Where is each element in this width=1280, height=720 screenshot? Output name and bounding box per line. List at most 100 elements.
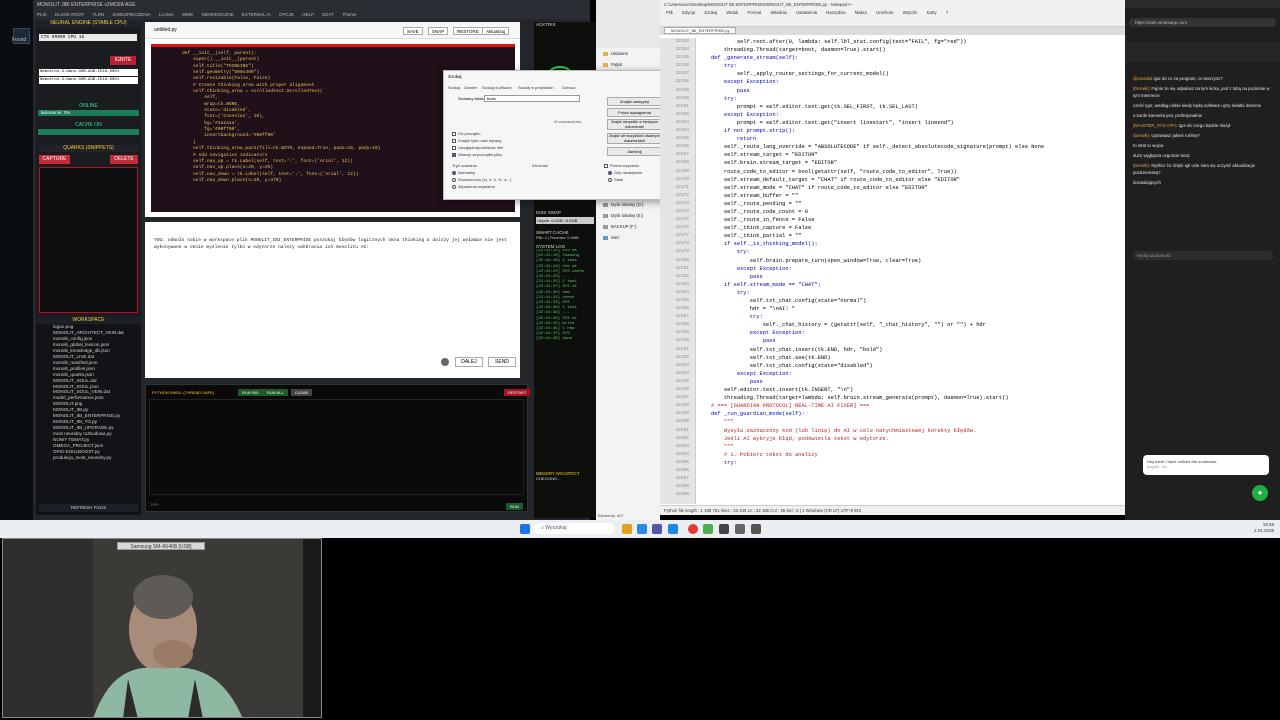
app-taskbar-icon[interactable]	[751, 524, 761, 534]
taskbar-search[interactable]: ⌕ Wyszukaj	[533, 523, 615, 534]
explorer-item[interactable]: Ulubione	[596, 48, 660, 59]
browser-tabbar[interactable]	[1125, 0, 1280, 8]
npp-menu-item[interactable]: Szukaj	[704, 10, 717, 15]
tab-mark[interactable]: Oznacz	[562, 85, 576, 90]
npp-menu-item[interactable]: Format	[748, 10, 762, 15]
message-input[interactable]: Wyślij wiadomość	[1133, 251, 1273, 260]
menu-item[interactable]: PLIK	[37, 12, 47, 17]
mode-radio[interactable]: Rozszerzony (\n, \r, \t, \0, \x...)	[452, 177, 511, 182]
restore-button[interactable]: RESTORE	[453, 27, 483, 35]
tab-find[interactable]: Szukaj	[448, 85, 460, 90]
notification-toast[interactable]: Hey there I have noticed the moderator..…	[1143, 455, 1269, 475]
chrome-taskbar-icon[interactable]	[688, 524, 698, 534]
quarks-list[interactable]	[39, 167, 138, 313]
ctx-field[interactable]: CTX 99999 CPU 16	[39, 34, 137, 41]
snap-button[interactable]: SNAP	[428, 27, 449, 35]
npp-menu-item[interactable]: Edycja	[682, 10, 695, 15]
capture-button[interactable]: CAPTURE	[39, 155, 70, 164]
explorer-taskbar-icon[interactable]	[622, 524, 632, 534]
tab-find-in-files[interactable]: Szukaj w plikach	[482, 85, 512, 90]
close-button[interactable]: Zamknij	[607, 147, 662, 156]
run-button[interactable]: RUN	[506, 503, 523, 510]
npp-menu-item[interactable]: Wtyczki	[903, 10, 918, 15]
model-select[interactable]: Nemotron-3-Nano-30B-A3B-IE16-0001	[39, 77, 138, 84]
menu-item[interactable]: EDYT	[322, 12, 334, 17]
menu-item[interactable]: NIEWIDOCZNE	[202, 12, 234, 17]
app-taskbar-icon[interactable]	[735, 524, 745, 534]
shell-prompt[interactable]: >>>	[150, 503, 158, 508]
menu-item[interactable]: Theme	[342, 12, 356, 17]
npp-taskbar-icon[interactable]	[703, 524, 713, 534]
npp-menu-item[interactable]: Składnia	[770, 10, 786, 15]
address-bar[interactable]: https://web.whatsapp.com	[1129, 18, 1276, 27]
mode-radio[interactable]: Normalny	[452, 170, 475, 175]
transparency-radio[interactable]: Gdy nieaktywne	[608, 170, 642, 175]
menu-item[interactable]: EXTERNAL AI	[242, 12, 271, 17]
clear-button[interactable]: CLEAR	[291, 389, 313, 396]
start-icon[interactable]	[520, 524, 530, 534]
npp-code-area[interactable]: self.root.after(0, lambda: self.lbl_stat…	[698, 38, 1123, 504]
tab-replace[interactable]: Zamień	[464, 85, 477, 90]
npp-menu-item[interactable]: Plik	[666, 10, 673, 15]
code-line: hdr = "\nAI: "	[698, 306, 796, 313]
tab-find-in-projects[interactable]: Szukaj w projektach	[518, 85, 554, 90]
line-number: 22182	[675, 273, 689, 279]
menu-item[interactable]: HELP	[302, 12, 314, 17]
clock[interactable]: 18:48 2.01.2026	[1254, 522, 1274, 534]
explorer-item[interactable]: Dysk lokalny (D:)	[596, 199, 660, 210]
mode-radio[interactable]: Wyrażenia regularne	[452, 184, 495, 189]
option-checkbox[interactable]: Znajdź tylko całe wyrazy	[452, 138, 501, 143]
menu-item[interactable]: TLRN	[92, 12, 104, 17]
npp-tab[interactable]: MONOLIT_IBI_ENTERPRISE.py	[664, 27, 737, 34]
app-taskbar-icon[interactable]	[652, 524, 662, 534]
transparency-radio[interactable]: Stale	[608, 177, 623, 182]
npp-menu-item[interactable]: Uruchom	[876, 10, 893, 15]
menu-item[interactable]: MNIE	[182, 12, 193, 17]
find-all-current-button[interactable]: Znajdź wszystkie w bieżącym dokumencie	[607, 119, 662, 130]
npp-menu-item[interactable]: ?	[946, 10, 948, 15]
npp-toolbar[interactable]	[660, 17, 1125, 27]
npp-menu-item[interactable]: Ustawienia	[796, 10, 817, 15]
model-select[interactable]: Nemotron-3-Nano-30B-A3B-IE16-0001	[39, 69, 138, 76]
ignite-button[interactable]: IGNITE	[110, 56, 136, 65]
chat-message: YOU: odwoło sobie w workspace plik MONOL…	[154, 238, 507, 250]
npp-menu-item[interactable]: Makra	[855, 10, 867, 15]
menu-item[interactable]: ZABEZPIECZENIA	[113, 12, 151, 17]
option-checkbox[interactable]: Od początku	[452, 131, 480, 136]
menu-item[interactable]: KLOSK ROOT	[55, 12, 84, 17]
save-button[interactable]: SAVE	[403, 27, 423, 35]
option-checkbox[interactable]: Wracaj na początek pliku	[452, 152, 502, 157]
update-button[interactable]: Aktualizuj	[482, 27, 510, 35]
send-button[interactable]: SEND	[488, 357, 516, 367]
restart-button[interactable]: RESTART	[504, 389, 531, 396]
count-button[interactable]: Policz wystąpienia	[607, 108, 662, 117]
explorer-item[interactable]: Dysk lokalny (E:)	[596, 210, 660, 221]
run-sel-button[interactable]: RUN SEL	[238, 389, 264, 396]
code-line: self.brain.stream_target = "EDITOR"	[698, 160, 838, 167]
npp-menu-item[interactable]: Narzędzia	[826, 10, 845, 15]
app-taskbar-icon[interactable]	[668, 524, 678, 534]
npp-menu-item[interactable]: Widok	[726, 10, 738, 15]
explorer-item[interactable]: BACKUP (F:)	[596, 221, 660, 232]
find-all-open-button[interactable]: Znajdź we wszystkich otwartych dokumenta…	[607, 133, 662, 144]
file-item[interactable]: produkcja_most_neuralny.py	[36, 455, 141, 461]
explorer-item[interactable]: Sieć	[596, 232, 660, 243]
find-input[interactable]: brain	[484, 95, 580, 102]
run-all-button[interactable]: RUN ALL	[263, 389, 288, 396]
shell-output[interactable]	[149, 399, 524, 495]
edge-taskbar-icon[interactable]	[637, 524, 647, 534]
explorer-item[interactable]: Pulpit	[596, 59, 660, 70]
in-selection-label[interactable]: W zaznaczeniu	[554, 119, 581, 124]
next-button[interactable]: DALEJ	[455, 357, 483, 367]
transparency-checkbox[interactable]: Przezroczystość	[604, 163, 639, 168]
chat-fab-icon[interactable]: ●	[1252, 485, 1268, 501]
menu-item[interactable]: LLAMA	[159, 12, 174, 17]
delete-button[interactable]: DELETE	[110, 155, 138, 164]
option-checkbox[interactable]: Uwzględniaj wielkość liter	[452, 145, 503, 150]
refresh-files-button[interactable]: REFRESH FILES	[39, 504, 138, 512]
find-next-button[interactable]: Znajdź następny	[607, 97, 662, 106]
menu-item[interactable]: OPCJE	[279, 12, 294, 17]
record-icon[interactable]	[441, 358, 449, 366]
npp-menu-item[interactable]: Karty	[927, 10, 937, 15]
terminal-taskbar-icon[interactable]	[719, 524, 729, 534]
